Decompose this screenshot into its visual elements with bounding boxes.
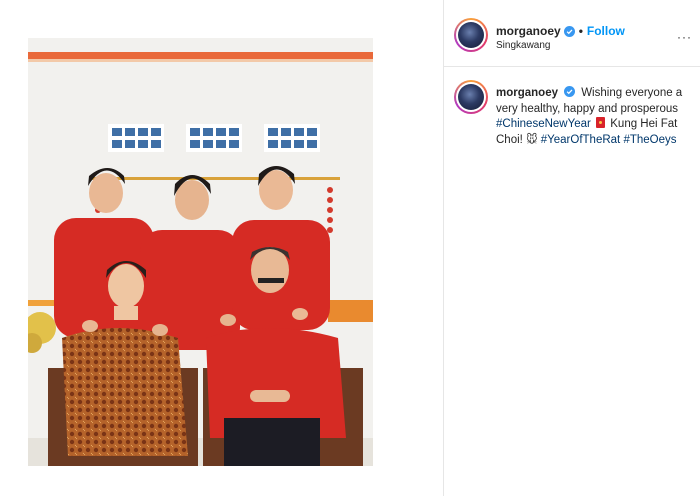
post-header: morganoey • Follow Singkawang ···	[444, 0, 700, 67]
separator-dot: •	[578, 24, 583, 38]
caption-text: morganoey Wishing everyone a very health…	[496, 86, 696, 148]
post-photo[interactable]	[28, 38, 373, 466]
family-photo-image	[28, 38, 373, 466]
header-user-line: morganoey • Follow	[496, 24, 625, 38]
avatar[interactable]	[454, 18, 488, 52]
hashtag-chinese-new-year[interactable]: #ChineseNewYear	[496, 118, 591, 130]
caption-username-link[interactable]: morganoey	[496, 87, 558, 99]
rat-emoji-icon: 🐭	[526, 133, 538, 146]
follow-button[interactable]: Follow	[587, 24, 625, 38]
username-link[interactable]: morganoey	[496, 24, 561, 38]
hashtag-year-of-the-rat[interactable]: #YearOfTheRat	[541, 134, 620, 146]
caption-avatar[interactable]	[454, 80, 488, 114]
more-options-icon[interactable]: ···	[677, 30, 692, 44]
caption-avatar-image	[458, 84, 484, 110]
avatar-image	[458, 22, 484, 48]
verified-badge-icon	[563, 25, 575, 37]
caption-verified-badge-icon	[564, 86, 575, 97]
post-sidebar: morganoey • Follow Singkawang ··· morgan…	[444, 0, 700, 496]
photo-pane	[0, 0, 443, 496]
location-link[interactable]: Singkawang	[496, 40, 550, 51]
red-envelope-icon	[596, 117, 606, 128]
hashtag-the-oeys[interactable]: #TheOeys	[623, 134, 676, 146]
